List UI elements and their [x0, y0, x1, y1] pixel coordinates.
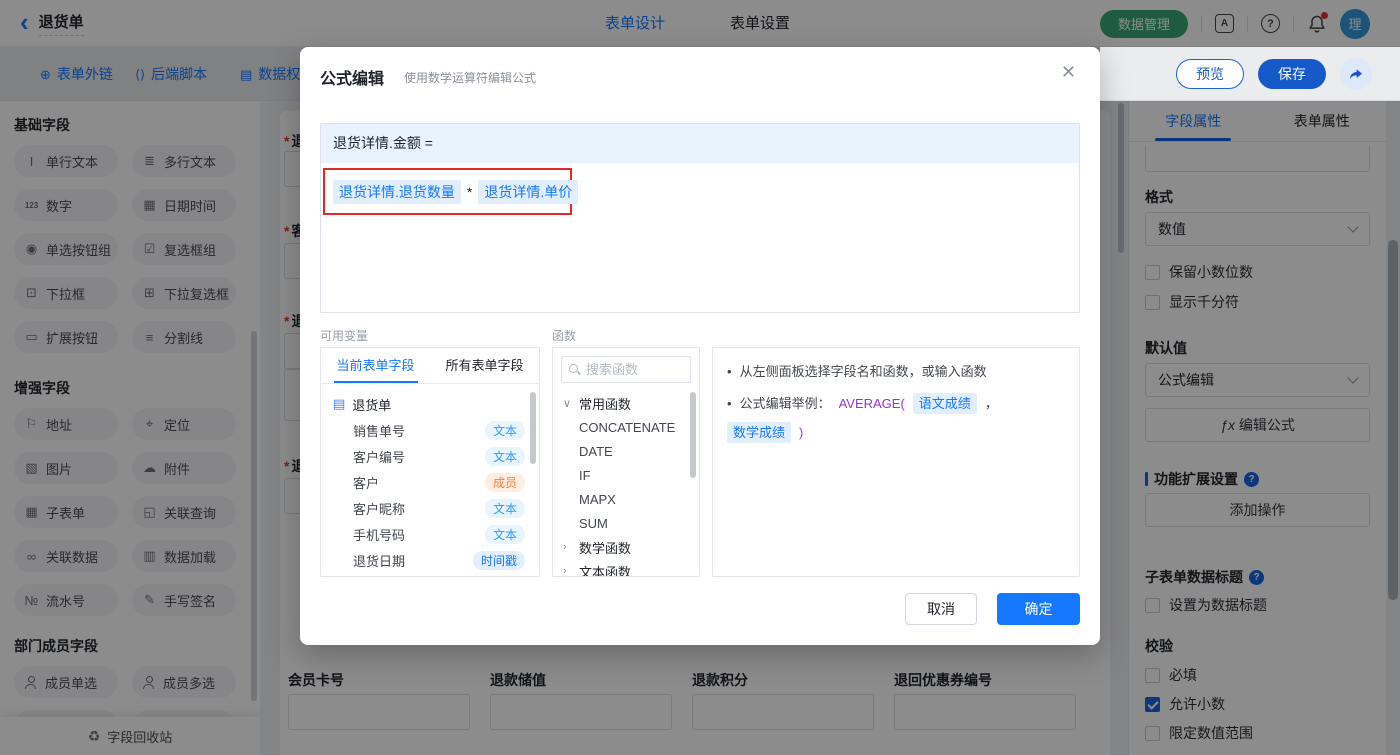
tree-root-form[interactable]: ▤ 退货单: [321, 391, 539, 417]
example-arg-2: 数学成绩: [727, 422, 792, 443]
function-group-text[interactable]: › 文本函数: [553, 559, 699, 577]
help-panel: • 从左侧面板选择字段名和函数，或输入函数 • 公式编辑举例： AVERAGE( …: [712, 347, 1080, 577]
help-tip-2-prefix: 公式编辑举例：: [739, 396, 831, 411]
example-comma: ，: [984, 396, 998, 411]
modal-subtitle: 使用数学运算符编辑公式: [404, 71, 537, 85]
caret-down-icon: ∨: [563, 397, 572, 410]
variables-label: 可用变量: [320, 329, 369, 343]
caret-right-icon: ›: [563, 565, 567, 577]
search-icon: [569, 364, 580, 375]
share-button[interactable]: [1340, 58, 1372, 90]
formula-token-quantity[interactable]: 退货详情.退货数量: [333, 179, 461, 204]
variables-panel: 当前表单字段 所有表单字段 ▤ 退货单 销售单号 文本 客户编号 文本 客户 成员 客户…: [320, 347, 540, 577]
form-doc-icon: ▤: [333, 396, 346, 411]
tree-field-phone[interactable]: 手机号码 文本: [321, 521, 539, 547]
preview-button[interactable]: 预览: [1176, 59, 1244, 89]
type-badge: 成员: [484, 472, 525, 492]
functions-panel: ∨常用函数 CONCATENATE DATE IF MAPX SUM ›数学函数…: [552, 347, 700, 577]
screen: ‹ 退货单 表单设计 表单设置 数据管理 A ? 理 ⊕ 表单外链 ⟨⟩ 后端脚本 …: [0, 0, 1400, 755]
example-close-paren: ): [799, 425, 804, 440]
tree-field-sales-order[interactable]: 销售单号 文本: [321, 417, 539, 443]
share-arrow-icon: [1350, 69, 1362, 79]
tree-field-customer-no[interactable]: 客户编号 文本: [321, 443, 539, 469]
caret-right-icon: ›: [563, 541, 567, 553]
function-sum[interactable]: SUM: [553, 511, 699, 535]
formula-edit-modal: 公式编辑 使用数学运算符编辑公式 ✕ 退货详情.金额 = 退货详情.退货数量 *…: [300, 47, 1100, 645]
cancel-button[interactable]: 取消: [905, 593, 977, 625]
function-if[interactable]: IF: [553, 463, 699, 487]
formula-token-unit-price[interactable]: 退货详情.单价: [478, 179, 579, 204]
formula-highlight-box: 退货详情.退货数量 * 退货详情.单价: [323, 168, 579, 215]
form-actions: 预览 保存: [1100, 47, 1400, 101]
formula-operator: *: [466, 183, 473, 200]
variables-scrollbar[interactable]: [530, 392, 536, 464]
example-arg-1: 语文成绩: [912, 393, 977, 414]
function-date[interactable]: DATE: [553, 439, 699, 463]
tree-field-return-date[interactable]: 退货日期 时间戳: [321, 547, 539, 573]
help-tip-1: 从左侧面板选择字段名和函数，或输入函数: [739, 364, 987, 379]
formula-editor[interactable]: 退货详情.金额 =: [320, 123, 1080, 313]
function-mapx[interactable]: MAPX: [553, 487, 699, 511]
functions-scrollbar[interactable]: [690, 392, 696, 478]
function-concatenate[interactable]: CONCATENATE: [553, 415, 699, 439]
formula-target: 退货详情.金额 =: [321, 124, 1079, 163]
modal-title: 公式编辑: [320, 71, 385, 88]
type-badge: 文本: [484, 446, 525, 466]
type-badge: 文本: [484, 524, 525, 544]
function-search[interactable]: [561, 356, 691, 383]
example-function: AVERAGE(: [838, 396, 905, 411]
tab-all-form-fields[interactable]: 所有表单字段: [430, 348, 539, 383]
functions-label: 函数: [552, 329, 577, 343]
type-badge: 文本: [484, 498, 525, 518]
type-badge: 时间戳: [472, 550, 525, 570]
close-icon[interactable]: ✕: [1061, 63, 1076, 81]
function-group-math[interactable]: › 数学函数: [553, 535, 699, 559]
function-group-common[interactable]: ∨ 常用函数: [553, 391, 699, 415]
type-badge: 文本: [484, 420, 525, 440]
tree-field-customer[interactable]: 客户 成员: [321, 469, 539, 495]
function-search-input[interactable]: [586, 362, 683, 377]
bullet: •: [727, 364, 732, 379]
confirm-button[interactable]: 确定: [997, 593, 1080, 625]
bullet: •: [727, 396, 732, 411]
save-button[interactable]: 保存: [1258, 59, 1326, 89]
tree-field-customer-nickname[interactable]: 客户昵称 文本: [321, 495, 539, 521]
tab-current-form-fields[interactable]: 当前表单字段: [321, 348, 430, 383]
